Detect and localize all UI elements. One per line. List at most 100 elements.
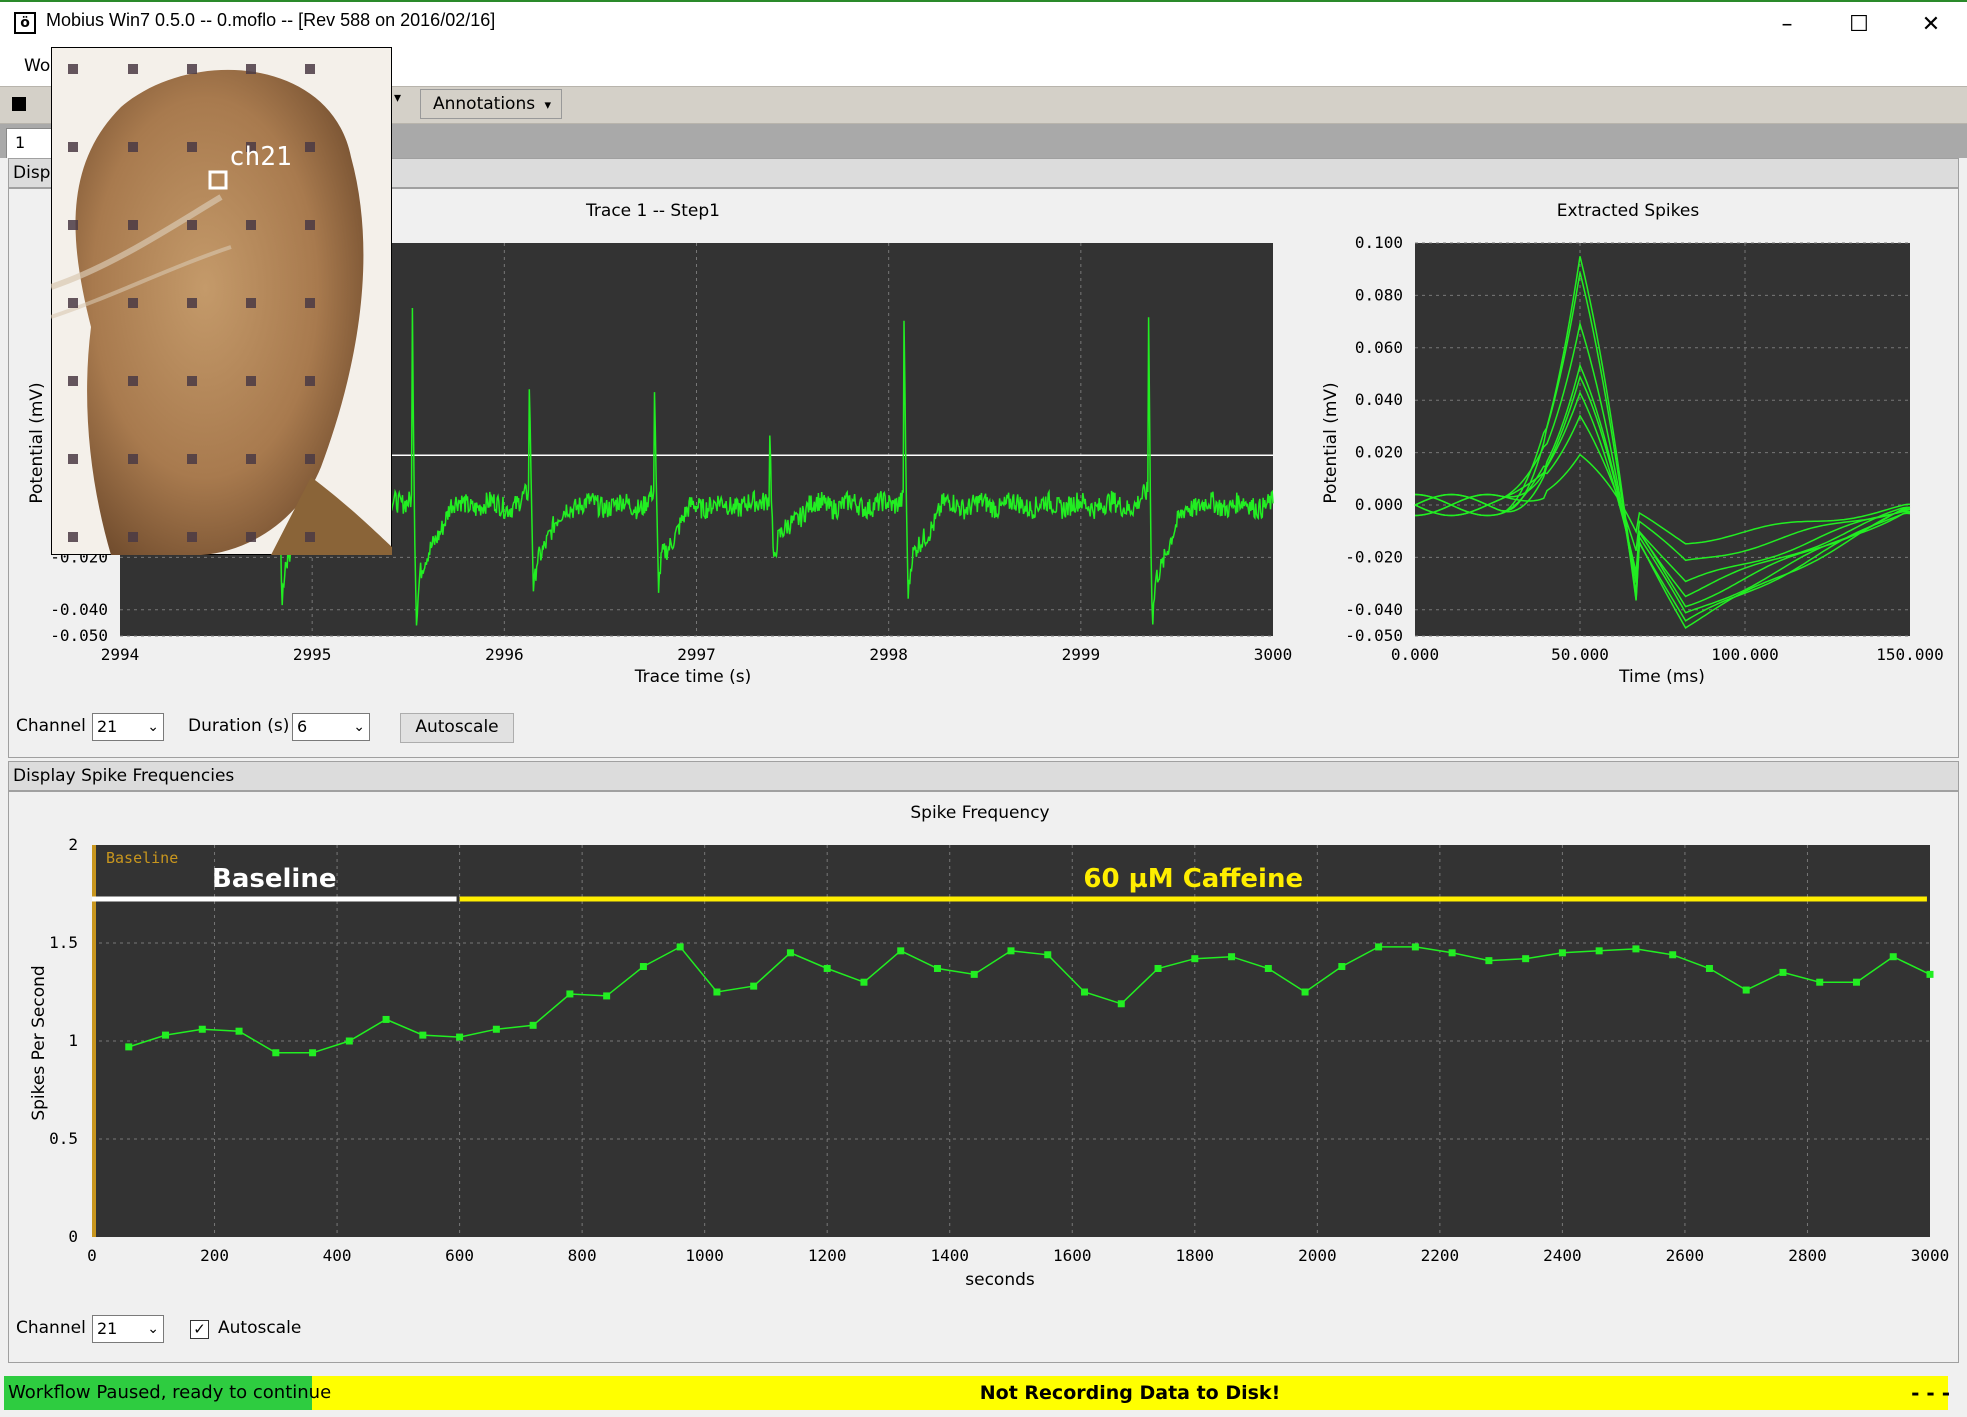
autoscale-button[interactable]: Autoscale (400, 713, 514, 743)
electrode-dot (128, 532, 138, 542)
electrode-dot (68, 64, 78, 74)
electrode-dot (128, 454, 138, 464)
spikes-y-tick-label: 0.080 (1355, 285, 1403, 304)
freq-x-tick-label: 1200 (808, 1246, 847, 1265)
trace-x-tick-label: 2996 (485, 645, 524, 664)
spikes-y-tick-label: -0.040 (1345, 600, 1403, 619)
electrode-dot (305, 220, 315, 230)
electrode-dot (187, 454, 197, 464)
spikes-y-tick-label: 0.040 (1355, 390, 1403, 409)
freq-data-point (1448, 949, 1456, 957)
spikes-y-tick-label: 0.000 (1355, 495, 1403, 514)
freq-data-point (676, 943, 684, 951)
freq-data-point (1264, 964, 1272, 972)
spikes-x-tick-label: 50.000 (1551, 645, 1609, 664)
freq-data-point (309, 1049, 317, 1057)
electrode-dot (305, 532, 315, 542)
freq-panel-header: Display Spike Frequencies (8, 761, 1959, 791)
trace-channel-label: Channel (16, 716, 86, 736)
stop-icon[interactable] (12, 97, 26, 111)
freq-data-point (1411, 943, 1419, 951)
freq-data-point (1742, 986, 1750, 994)
freq-data-point (1889, 953, 1897, 961)
annotations-menu-button[interactable]: Annotations ▾ (420, 89, 562, 119)
freq-data-point (639, 963, 647, 971)
electrode-dot (128, 298, 138, 308)
spikes-y-axis-label: Potential (mV) (1321, 382, 1341, 503)
freq-data-point (713, 988, 721, 996)
electrode-dot (128, 64, 138, 74)
freq-data-point (1044, 951, 1052, 959)
electrode-dot (305, 376, 315, 386)
freq-data-point (566, 990, 574, 998)
duration-select[interactable]: 6 ⌄ (292, 713, 370, 741)
freq-data-point (786, 949, 794, 957)
freq-y-tick-label: 1.5 (49, 933, 78, 952)
freq-data-point (1081, 988, 1089, 996)
maximize-button[interactable]: ☐ (1824, 2, 1894, 48)
freq-x-tick-label: 3000 (1911, 1246, 1950, 1265)
freq-x-tick-label: 800 (568, 1246, 597, 1265)
freq-data-point (1816, 978, 1824, 986)
freq-data-point (970, 970, 978, 978)
status-indicator: - - - (1911, 1381, 1950, 1405)
electrode-dot (246, 298, 256, 308)
freq-data-point (933, 964, 941, 972)
trace-chart-title: Trace 1 -- Step1 (585, 201, 720, 221)
freq-data-point (603, 992, 611, 1000)
freq-data-point (235, 1027, 243, 1035)
freq-channel-select[interactable]: 21 ⌄ (92, 1315, 164, 1343)
freq-data-point (1852, 978, 1860, 986)
chevron-down-icon: ⌄ (147, 1321, 159, 1337)
minimize-button[interactable]: – (1752, 2, 1822, 48)
spikes-chart-title: Extracted Spikes (1557, 201, 1700, 221)
freq-data-point (198, 1025, 206, 1033)
electrode-dot (246, 454, 256, 464)
chevron-down-icon: ⌄ (353, 719, 365, 735)
autoscale-checkbox[interactable]: ✓ (190, 1320, 209, 1339)
electrode-dot (128, 376, 138, 386)
trace-x-tick-label: 2994 (101, 645, 140, 664)
freq-data-point (1228, 953, 1236, 961)
freq-y-axis-label: Spikes Per Second (29, 965, 49, 1120)
electrode-dot (246, 376, 256, 386)
freq-data-point (1705, 964, 1713, 972)
freq-data-point (1632, 945, 1640, 953)
freq-x-tick-label: 2600 (1666, 1246, 1705, 1265)
duration-label: Duration (s) (188, 716, 290, 736)
electrode-dot (305, 298, 315, 308)
freq-x-tick-label: 1600 (1053, 1246, 1092, 1265)
electrode-dot (68, 220, 78, 230)
freq-data-point (1558, 949, 1566, 957)
trace-channel-select[interactable]: 21 ⌄ (92, 713, 164, 741)
freq-data-point (1669, 951, 1677, 959)
freq-data-point (125, 1043, 133, 1051)
trace-y-tick-label: -0.050 (50, 626, 108, 645)
close-button[interactable]: ✕ (1896, 2, 1966, 48)
app-icon[interactable]: ö (14, 12, 36, 34)
duration-value: 6 (297, 717, 308, 736)
chevron-down-icon: ▾ (544, 98, 552, 113)
freq-x-tick-label: 0 (87, 1246, 97, 1265)
electrode-dot (246, 532, 256, 542)
spikes-x-axis-label: Time (ms) (1618, 667, 1705, 687)
menu-item-workflow[interactable]: Wo (24, 56, 50, 76)
electrode-dot (68, 454, 78, 464)
spikes-y-tick-label: -0.050 (1345, 626, 1403, 645)
electrode-dot (305, 454, 315, 464)
annotations-label: Annotations (433, 94, 536, 114)
freq-data-point (272, 1049, 280, 1057)
chevron-down-icon: ⌄ (147, 719, 159, 735)
freq-autoscale-label: Autoscale (218, 1318, 302, 1338)
trace-channel-value: 21 (97, 717, 118, 736)
freq-x-tick-label: 2800 (1788, 1246, 1827, 1265)
spikes-y-tick-label: 0.020 (1355, 443, 1403, 462)
freq-data-point (1375, 943, 1383, 951)
freq-x-tick-label: 200 (200, 1246, 229, 1265)
freq-data-point (823, 964, 831, 972)
electrode-channel-label: ch21 (229, 142, 292, 172)
dropdown-arrow-icon[interactable]: ▾ (394, 90, 401, 106)
electrode-dot (187, 298, 197, 308)
freq-data-point (1926, 970, 1934, 978)
electrode-dot (187, 532, 197, 542)
